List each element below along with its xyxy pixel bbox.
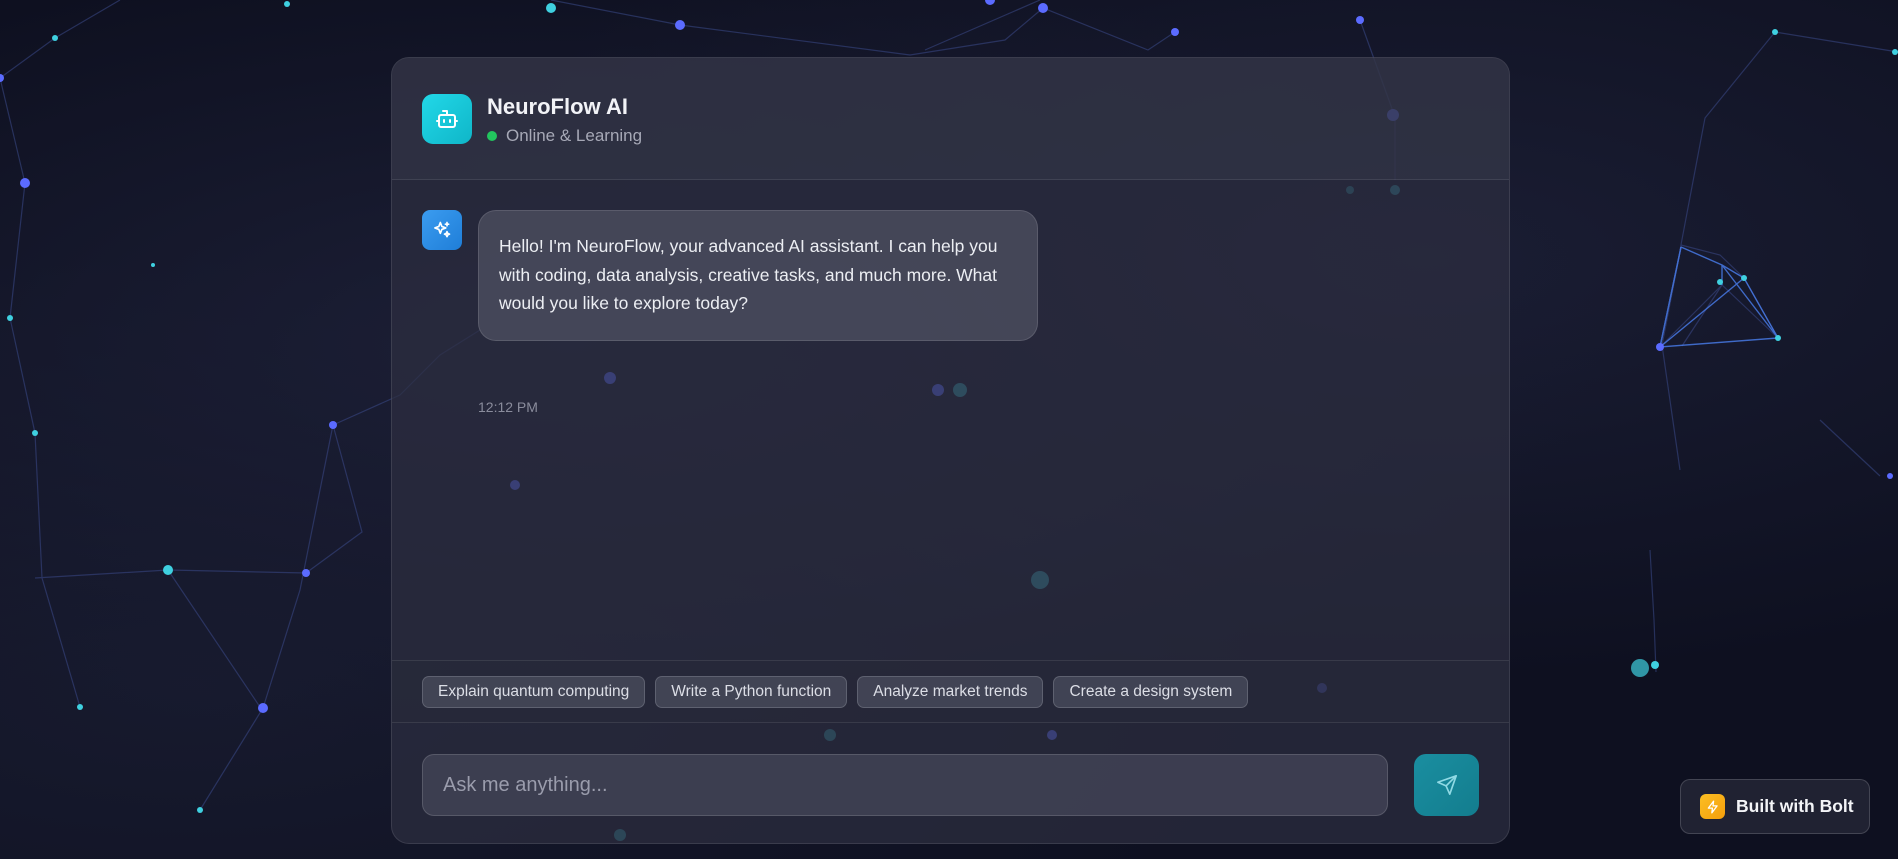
lightning-icon bbox=[1700, 794, 1725, 819]
built-with-bolt-badge[interactable]: Built with Bolt bbox=[1680, 779, 1870, 834]
status-text: Online & Learning bbox=[506, 126, 643, 145]
suggestion-chip-market[interactable]: Analyze market trends bbox=[857, 676, 1044, 708]
suggestion-chip-python[interactable]: Write a Python function bbox=[655, 676, 848, 708]
online-status-dot bbox=[487, 131, 497, 141]
send-icon bbox=[1436, 774, 1458, 796]
assistant-message-bubble: Hello! I'm NeuroFlow, your advanced AI a… bbox=[478, 210, 1038, 341]
send-button[interactable] bbox=[1414, 754, 1479, 816]
badge-label: Built with Bolt bbox=[1736, 796, 1854, 816]
message-timestamp: 12:12 PM bbox=[478, 399, 538, 415]
suggestion-chips: Explain quantum computing Write a Python… bbox=[422, 676, 1258, 708]
chat-panel: NeuroFlow AI Online & Learning Hello! I'… bbox=[391, 57, 1510, 844]
robot-icon bbox=[422, 94, 472, 144]
message-list: Hello! I'm NeuroFlow, your advanced AI a… bbox=[392, 180, 1509, 718]
status-indicator: Online & Learning bbox=[487, 126, 642, 146]
suggestion-chip-quantum[interactable]: Explain quantum computing bbox=[422, 676, 646, 708]
suggestion-chip-design[interactable]: Create a design system bbox=[1053, 676, 1249, 708]
page-title: NeuroFlow AI bbox=[487, 94, 628, 119]
suggestion-bar: Explain quantum computing Write a Python… bbox=[392, 660, 1509, 723]
chat-input[interactable] bbox=[422, 754, 1388, 816]
chat-header: NeuroFlow AI Online & Learning bbox=[392, 58, 1509, 180]
sparkles-icon bbox=[422, 210, 462, 250]
